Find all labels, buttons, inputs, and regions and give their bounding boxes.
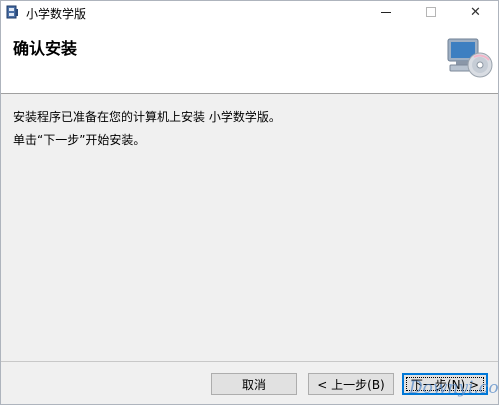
focus-rect: [406, 377, 484, 391]
instruction-message: 单击“下一步”开始安装。: [13, 133, 146, 147]
minimize-icon: [380, 11, 391, 13]
computer-disc-icon: [444, 33, 494, 83]
maximize-button[interactable]: [408, 1, 453, 23]
minimize-button[interactable]: [363, 1, 408, 23]
back-button[interactable]: < 上一步(B): [308, 373, 394, 395]
page-title: 确认安装: [13, 39, 78, 58]
maximize-icon: [425, 7, 436, 17]
header-banner: 确认安装: [1, 23, 498, 94]
close-icon: ✕: [470, 4, 481, 20]
window-title: 小学数学版: [26, 7, 87, 21]
footer-divider: [1, 361, 498, 362]
ready-message: 安装程序已准备在您的计算机上安装 小学数学版。: [13, 110, 281, 124]
installer-window: 小学数学版 ✕ 确认安装 安装程序已准备在您的计算机上安装 小学数学版。 单击“…: [0, 0, 499, 405]
cancel-button[interactable]: 取消: [211, 373, 297, 395]
title-bar[interactable]: 小学数学版 ✕: [1, 1, 498, 23]
next-button[interactable]: 下一步(N) >: [402, 373, 488, 395]
installer-box-icon: [4, 4, 20, 20]
close-button[interactable]: ✕: [453, 1, 498, 23]
